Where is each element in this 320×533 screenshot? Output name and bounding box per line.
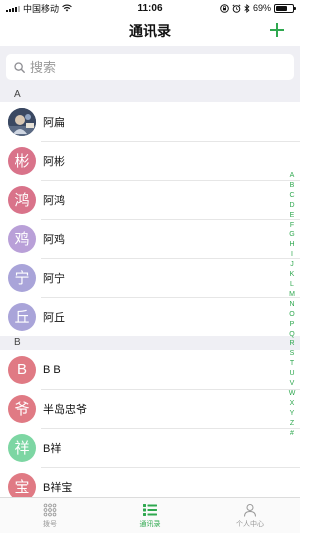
avatar: 彬 <box>8 146 36 175</box>
index-letter[interactable]: C <box>289 191 294 201</box>
search-input[interactable] <box>30 59 286 75</box>
index-letter[interactable]: G <box>289 230 294 240</box>
tab-label: 个人中心 <box>236 520 264 528</box>
index-letter[interactable]: T <box>290 359 294 369</box>
index-letter[interactable]: V <box>290 379 295 389</box>
index-letter[interactable]: D <box>289 201 294 211</box>
search-icon <box>14 61 25 73</box>
status-right: 69% <box>220 3 296 13</box>
contact-row[interactable]: B B B <box>0 350 300 389</box>
tab-profile[interactable]: 个人中心 <box>200 498 300 533</box>
carrier-label: 中国移动 <box>23 3 60 14</box>
contact-row[interactable]: 鸿 阿鸿 <box>0 180 300 219</box>
avatar: B <box>8 355 36 384</box>
index-letter[interactable]: I <box>291 250 293 260</box>
index-letter[interactable]: O <box>289 310 294 320</box>
contacts-list-icon <box>143 503 157 516</box>
contact-row[interactable]: 鸡 阿鸡 <box>0 219 300 258</box>
index-letter[interactable]: # <box>290 429 294 439</box>
contact-name: 阿彬 <box>43 155 65 168</box>
contact-name: 阿扁 <box>43 116 65 129</box>
contact-row[interactable]: 祥 B祥 <box>0 428 300 467</box>
tab-dialpad[interactable]: 拨号 <box>0 498 100 533</box>
index-letter[interactable]: F <box>290 221 294 231</box>
person-icon <box>244 503 256 517</box>
status-left: 中国移动 <box>6 2 72 15</box>
index-letter[interactable]: M <box>289 290 295 300</box>
avatar: 鸡 <box>8 224 36 253</box>
index-letter[interactable]: N <box>289 300 294 310</box>
avatar: 宁 <box>8 263 36 292</box>
contact-row[interactable]: 阿扁 <box>0 102 300 141</box>
index-letter[interactable]: A <box>290 171 295 181</box>
battery-percent: 69% <box>252 3 271 13</box>
contact-row[interactable]: 爷 半岛忠爷 <box>0 389 300 428</box>
alarm-icon <box>232 3 241 13</box>
contact-name: B B <box>43 363 61 376</box>
contact-name: 阿宁 <box>43 272 65 285</box>
search-bar <box>0 46 300 88</box>
contact-name: 阿鸡 <box>43 233 65 246</box>
tab-label: 通讯录 <box>139 520 161 528</box>
contact-row[interactable]: 彬 阿彬 <box>0 141 300 180</box>
tab-contacts[interactable]: 通讯录 <box>100 498 200 533</box>
avatar: 宝 <box>8 472 36 497</box>
contact-row[interactable]: 丘 阿丘 <box>0 297 300 336</box>
contact-row[interactable]: 宁 阿宁 <box>0 258 300 297</box>
index-letter[interactable]: J <box>290 260 294 270</box>
avatar: 祥 <box>8 433 36 462</box>
alphabet-index[interactable]: A B C D E F G H I J K L M N O P Q R S T U V W X Y Z # <box>286 171 298 438</box>
rotation-lock-icon <box>220 3 229 13</box>
avatar: 丘 <box>8 302 36 331</box>
index-letter[interactable]: P <box>290 320 295 330</box>
plus-icon <box>270 23 284 37</box>
index-letter[interactable]: U <box>289 369 294 379</box>
section-header-b: B <box>0 336 300 350</box>
contact-list: A 阿扁 彬 阿彬 鸿 阿鸿 鸡 阿鸡 宁 阿宁 丘 阿丘 B B B B 爷 … <box>0 88 300 497</box>
page-title: 通讯录 <box>129 23 171 39</box>
tab-label: 拨号 <box>43 520 57 528</box>
search-box[interactable] <box>6 54 294 80</box>
battery-icon <box>274 3 296 13</box>
index-letter[interactable]: H <box>289 240 294 250</box>
index-letter[interactable]: E <box>290 211 295 221</box>
index-letter[interactable]: W <box>289 389 296 399</box>
index-letter[interactable]: K <box>290 270 295 280</box>
avatar: 爷 <box>8 394 36 423</box>
contact-name: B祥 <box>43 442 62 455</box>
index-letter[interactable]: B <box>290 181 295 191</box>
index-letter[interactable]: S <box>290 349 295 359</box>
add-contact-button[interactable] <box>266 19 288 41</box>
wifi-icon <box>62 4 72 12</box>
index-letter[interactable]: Q <box>289 330 294 340</box>
index-letter[interactable]: Z <box>290 419 294 429</box>
index-letter[interactable]: X <box>290 399 295 409</box>
contact-name: 阿鸿 <box>43 194 65 207</box>
contact-row[interactable]: 宝 B祥宝 <box>0 467 300 497</box>
signal-icon <box>6 5 20 12</box>
nav-bar: 通讯录 <box>0 16 300 46</box>
tab-bar: 拨号 通讯录 个人中心 <box>0 497 300 533</box>
contact-name: B祥宝 <box>43 481 73 494</box>
section-header-a: A <box>0 88 300 102</box>
bluetooth-icon <box>244 3 250 13</box>
contact-name: 阿丘 <box>43 311 65 324</box>
contact-name: 半岛忠爷 <box>43 403 87 416</box>
dialpad-icon <box>43 503 57 516</box>
battery-level <box>276 5 288 11</box>
index-letter[interactable]: L <box>290 280 294 290</box>
index-letter[interactable]: Y <box>290 409 295 419</box>
avatar-photo <box>8 107 36 136</box>
avatar: 鸿 <box>8 185 36 214</box>
status-bar: 中国移动 11:06 69% <box>0 0 300 16</box>
index-letter[interactable]: R <box>289 339 294 349</box>
